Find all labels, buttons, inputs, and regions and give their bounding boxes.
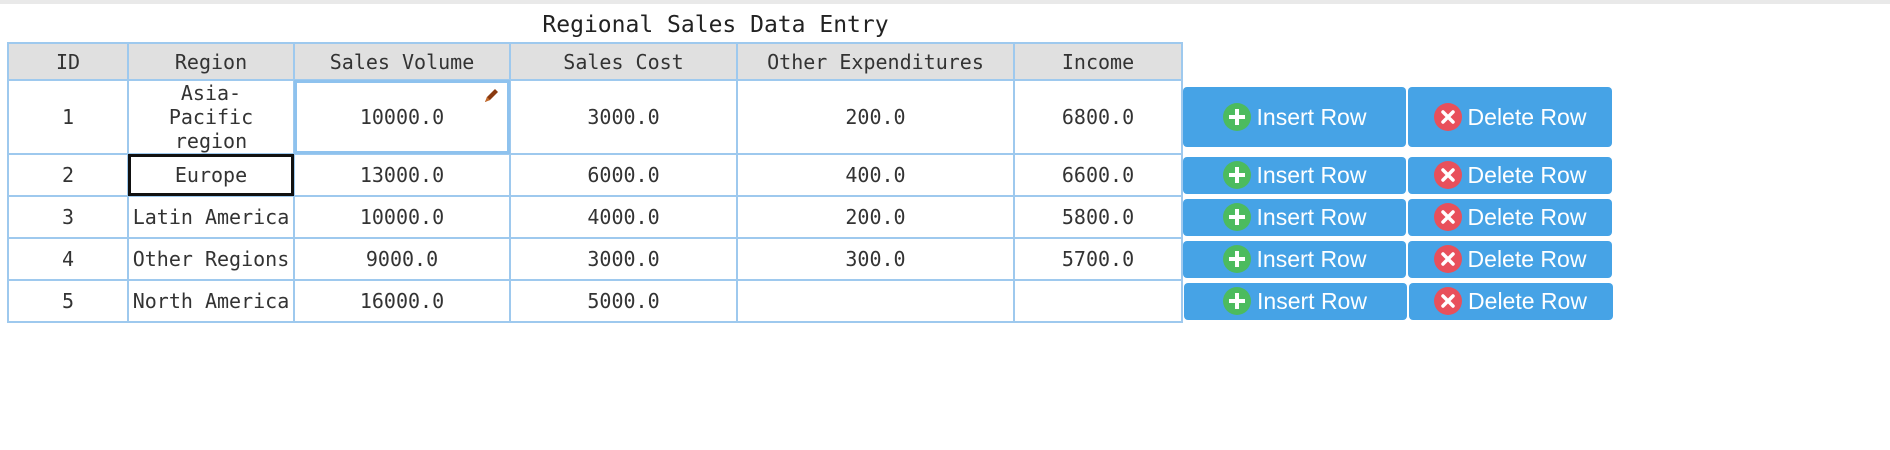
delete-row-button[interactable]: Delete Row [1408,198,1612,236]
insert-row-button[interactable]: Insert Row [1183,240,1406,278]
delete-row-label: Delete Row [1467,203,1587,230]
x-circle-icon [1433,245,1462,273]
cell-income[interactable]: 5700.0 [1013,237,1183,281]
table-row: 1 Asia-Pacific region 10000.0 3000.0 200… [7,79,1613,155]
data-entry-panel: Regional Sales Data Entry ID Region Sale… [7,8,1614,323]
table-row: 4 Other Regions 9000.0 3000.0 300.0 5700… [7,237,1613,281]
header-row: ID Region Sales Volume Sales Cost Other … [7,42,1613,81]
cell-sales-cost[interactable]: 4000.0 [509,195,738,239]
plus-circle-icon [1222,245,1251,273]
cell-region[interactable]: Asia-Pacific region [127,79,295,155]
plus-circle-icon [1223,287,1252,315]
cell-id[interactable]: 1 [7,79,129,155]
delete-row-label: Delete Row [1468,287,1587,314]
cell-sales-cost[interactable]: 3000.0 [509,237,738,281]
delete-row-button[interactable]: Delete Row [1408,282,1613,320]
x-circle-icon [1434,287,1463,315]
cell-sales-cost[interactable]: 6000.0 [509,153,738,197]
actions-header-spacer [1182,43,1613,80]
cell-region-text: Asia-Pacific region [168,81,254,153]
cell-id[interactable]: 5 [7,279,129,323]
pencil-icon [485,89,498,102]
row-actions: Insert Row Delete Row [1182,280,1613,322]
insert-row-button[interactable]: Insert Row [1183,198,1406,236]
delete-row-label: Delete Row [1467,103,1587,130]
page-title: Regional Sales Data Entry [542,12,889,38]
cell-sales-cost[interactable]: 3000.0 [509,79,738,155]
insert-row-button[interactable]: Insert Row [1183,87,1406,147]
cell-income[interactable]: 6800.0 [1013,79,1183,155]
delete-row-label: Delete Row [1467,161,1587,188]
row-actions: Insert Row Delete Row [1182,80,1613,154]
cell-id[interactable]: 2 [7,153,129,197]
delete-row-button[interactable]: Delete Row [1408,87,1612,147]
cell-income[interactable]: 6600.0 [1013,153,1183,197]
top-border [0,0,1890,4]
cell-other-expenditures[interactable]: 200.0 [736,79,1015,155]
table-row: 5 North America 16000.0 5000.0 Insert Ro… [7,279,1613,323]
cell-sales-volume[interactable]: 13000.0 [293,153,511,197]
cell-other-expenditures[interactable]: 200.0 [736,195,1015,239]
cell-sales-volume[interactable]: 10000.0 [293,195,511,239]
plus-circle-icon [1222,203,1251,231]
column-header-region: Region [127,42,295,81]
row-actions: Insert Row Delete Row [1182,154,1613,196]
column-header-id: ID [7,42,129,81]
insert-row-label: Insert Row [1256,103,1367,130]
cell-region[interactable]: Other Regions [127,237,295,281]
table-row: 3 Latin America 10000.0 4000.0 200.0 580… [7,195,1613,239]
column-header-sales-cost: Sales Cost [509,42,738,81]
column-header-other-expenditures: Other Expenditures [736,42,1015,81]
insert-row-label: Insert Row [1256,245,1367,272]
cell-id[interactable]: 3 [7,195,129,239]
x-circle-icon [1433,103,1462,131]
cell-sales-volume-editing[interactable]: 10000.0 [293,79,511,155]
cell-other-expenditures[interactable]: 300.0 [736,237,1015,281]
row-actions: Insert Row Delete Row [1182,238,1613,280]
insert-row-label: Insert Row [1256,203,1367,230]
insert-row-button[interactable]: Insert Row [1183,282,1407,320]
plus-circle-icon [1222,103,1251,131]
cell-sales-volume[interactable]: 9000.0 [293,237,511,281]
column-header-sales-volume: Sales Volume [293,42,511,81]
x-circle-icon [1433,203,1462,231]
delete-row-button[interactable]: Delete Row [1408,156,1612,194]
cell-region[interactable]: North America [127,279,295,323]
delete-row-button[interactable]: Delete Row [1408,240,1612,278]
cell-other-expenditures[interactable]: 400.0 [736,153,1015,197]
delete-row-label: Delete Row [1467,245,1587,272]
x-circle-icon [1433,161,1462,189]
cell-income[interactable]: 5800.0 [1013,195,1183,239]
table-row: 2 Europe 13000.0 6000.0 400.0 6600.0 Ins… [7,153,1613,197]
insert-row-label: Insert Row [1256,161,1367,188]
cell-sales-volume[interactable]: 16000.0 [293,279,511,323]
cell-region-selected[interactable]: Europe [127,153,295,197]
insert-row-label: Insert Row [1257,287,1367,314]
cell-other-expenditures[interactable] [736,279,1015,323]
cell-id[interactable]: 4 [7,237,129,281]
cell-income[interactable] [1013,279,1183,323]
row-actions: Insert Row Delete Row [1182,196,1613,238]
insert-row-button[interactable]: Insert Row [1183,156,1406,194]
sales-table: ID Region Sales Volume Sales Cost Other … [7,42,1614,323]
cell-sales-volume-value: 10000.0 [359,105,445,129]
cell-region[interactable]: Latin America [127,195,295,239]
column-header-income: Income [1013,42,1183,81]
plus-circle-icon [1222,161,1251,189]
cell-sales-cost[interactable]: 5000.0 [509,279,738,323]
